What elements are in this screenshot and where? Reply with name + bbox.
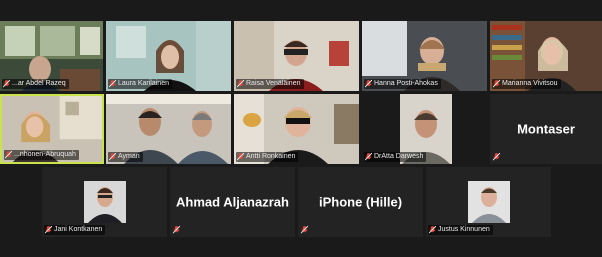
- name-tag: Ayman: [108, 152, 143, 162]
- participant-display-name: iPhone (Hille): [318, 194, 403, 210]
- mic-muted-icon: [429, 226, 436, 234]
- mic-muted-icon: [237, 153, 244, 161]
- participant-tile[interactable]: Justus Kinnunen: [426, 167, 551, 237]
- participant-tile[interactable]: Jani Kontkanen: [42, 167, 167, 237]
- participant-name: Antti Ronkainen: [246, 153, 296, 160]
- participant-name: Hanna Posti-Ahokas: [374, 80, 438, 87]
- name-tag: ...nhonen-Abruquah: [4, 150, 79, 160]
- mic-muted-icon: [5, 151, 12, 159]
- gallery-grid: ...ar Abdel Razeq Laura Karilainen Raisa…: [0, 0, 602, 257]
- name-tag: Marianna Vivitsou: [492, 79, 561, 89]
- participant-name: ...nhonen-Abruquah: [14, 151, 76, 158]
- mic-muted-icon: [109, 80, 116, 88]
- participant-tile[interactable]: Ayman: [106, 94, 231, 164]
- mic-muted-icon: [493, 153, 500, 161]
- participant-name: ...ar Abdel Razeq: [12, 80, 66, 87]
- participant-tile[interactable]: iPhone (Hille): [298, 167, 423, 237]
- name-tag: DrAtta Darwesh: [364, 152, 427, 162]
- participant-name: Raisa Venäläinen: [246, 80, 301, 87]
- participant-tile[interactable]: Montaser: [490, 94, 602, 164]
- participant-tile[interactable]: Antti Ronkainen: [234, 94, 359, 164]
- name-tag: Justus Kinnunen: [428, 225, 493, 235]
- participant-tile[interactable]: DrAtta Darwesh: [362, 94, 487, 164]
- participant-display-name: Ahmad Aljanazrah: [176, 194, 289, 210]
- participant-display-name: Montaser: [517, 121, 575, 137]
- name-tag: Antti Ronkainen: [236, 152, 299, 162]
- name-tag: [492, 152, 503, 162]
- mic-muted-icon: [173, 226, 180, 234]
- participant-tile[interactable]: Raisa Venäläinen: [234, 21, 359, 91]
- name-tag: Raisa Venäläinen: [236, 79, 304, 89]
- name-tag: [300, 225, 311, 235]
- mic-muted-icon: [301, 226, 308, 234]
- participant-tile[interactable]: Hanna Posti-Ahokas: [362, 21, 487, 91]
- profile-photo: [467, 181, 510, 223]
- participant-tile[interactable]: Marianna Vivitsou: [490, 21, 602, 91]
- mic-muted-icon: [3, 80, 10, 88]
- participant-name: Laura Karilainen: [118, 80, 169, 87]
- mic-muted-icon: [365, 153, 372, 161]
- name-tag: Hanna Posti-Ahokas: [364, 79, 441, 89]
- participant-tile[interactable]: Ahmad Aljanazrah: [170, 167, 295, 237]
- profile-photo: [83, 181, 126, 223]
- participant-name: Jani Kontkanen: [54, 226, 103, 233]
- mic-muted-icon: [109, 153, 116, 161]
- participant-tile[interactable]: Laura Karilainen: [106, 21, 231, 91]
- participant-tile[interactable]: ...ar Abdel Razeq: [0, 21, 103, 91]
- mic-muted-icon: [365, 80, 372, 88]
- participant-name: Ayman: [118, 153, 140, 160]
- name-tag: [172, 225, 183, 235]
- participant-name: Justus Kinnunen: [438, 226, 490, 233]
- mic-muted-icon: [493, 80, 500, 88]
- mic-muted-icon: [237, 80, 244, 88]
- mic-muted-icon: [45, 226, 52, 234]
- name-tag: Jani Kontkanen: [44, 225, 106, 235]
- name-tag: Laura Karilainen: [108, 79, 172, 89]
- participant-name: Marianna Vivitsou: [502, 80, 558, 87]
- participant-name: DrAtta Darwesh: [374, 153, 424, 160]
- name-tag: ...ar Abdel Razeq: [2, 79, 69, 89]
- participant-tile-active-speaker[interactable]: ...nhonen-Abruquah: [0, 94, 104, 164]
